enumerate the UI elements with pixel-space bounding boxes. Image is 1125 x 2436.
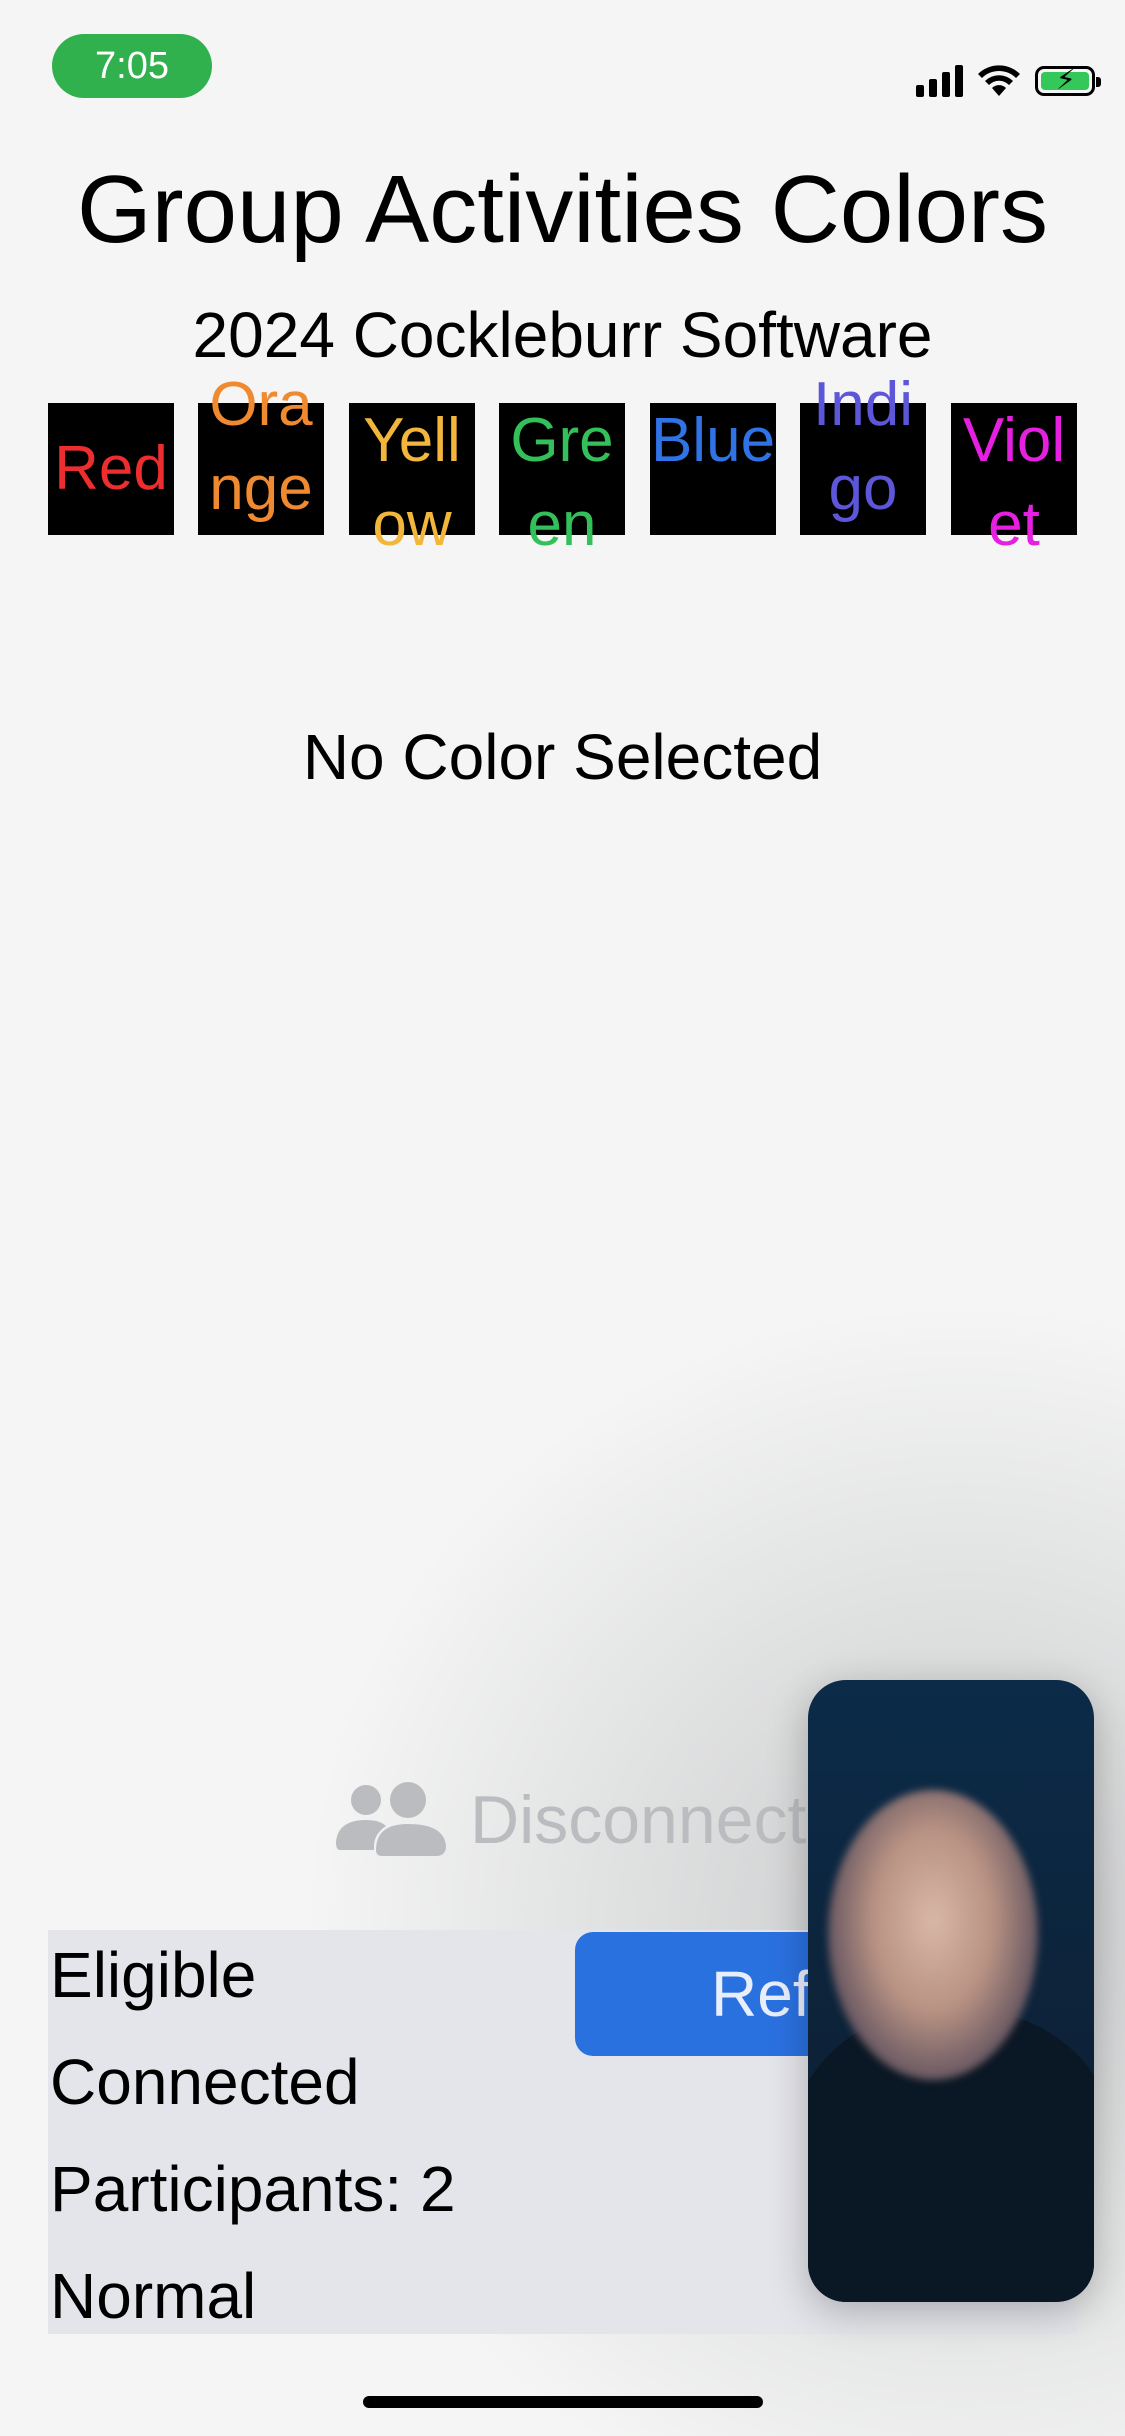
color-button-label: Yellow	[363, 406, 461, 559]
color-button-row: Red Orange Yellow Green Blue Indigo Viol…	[48, 370, 1077, 559]
color-button-violet[interactable]: Violet	[951, 403, 1077, 559]
color-button-label: Violet	[962, 406, 1066, 559]
home-indicator[interactable]	[363, 2396, 763, 2408]
status-icons: ⚡	[916, 60, 1101, 102]
page-title: Group Activities Colors	[76, 156, 1048, 263]
cellular-signal-icon	[916, 65, 963, 97]
eligibility-status: Eligible	[50, 1939, 257, 2011]
color-button-yellow[interactable]: Yellow	[349, 403, 475, 559]
color-button-label: Blue	[650, 406, 776, 475]
selected-color-text: No Color Selected	[302, 721, 823, 793]
status-time: 7:05	[52, 34, 212, 98]
participants-count: Participants: 2	[50, 2153, 456, 2225]
color-button-label: Indigo	[813, 370, 913, 523]
battery-charging-icon: ⚡	[1035, 65, 1101, 96]
disconnect-button[interactable]: Disconnect	[330, 1780, 806, 1860]
connection-status: Connected	[50, 2046, 360, 2118]
color-button-red[interactable]: Red	[48, 403, 174, 535]
disconnect-label: Disconnect	[470, 1782, 807, 1858]
video-participant-face	[828, 1790, 1038, 2080]
color-button-blue[interactable]: Blue	[650, 403, 776, 535]
wifi-icon	[978, 65, 1020, 96]
color-button-green[interactable]: Green	[499, 403, 625, 559]
color-button-label: Red	[54, 434, 168, 503]
color-button-label: Green	[510, 406, 614, 559]
facetime-video-pip[interactable]	[808, 1680, 1094, 2302]
session-mode: Normal	[50, 2260, 257, 2332]
people-icon	[336, 1782, 446, 1856]
color-button-label: Orange	[209, 370, 313, 523]
color-button-indigo[interactable]: Indigo	[800, 370, 926, 535]
page-subtitle: 2024 Cockleburr Software	[192, 299, 933, 371]
color-button-orange[interactable]: Orange	[198, 370, 324, 535]
